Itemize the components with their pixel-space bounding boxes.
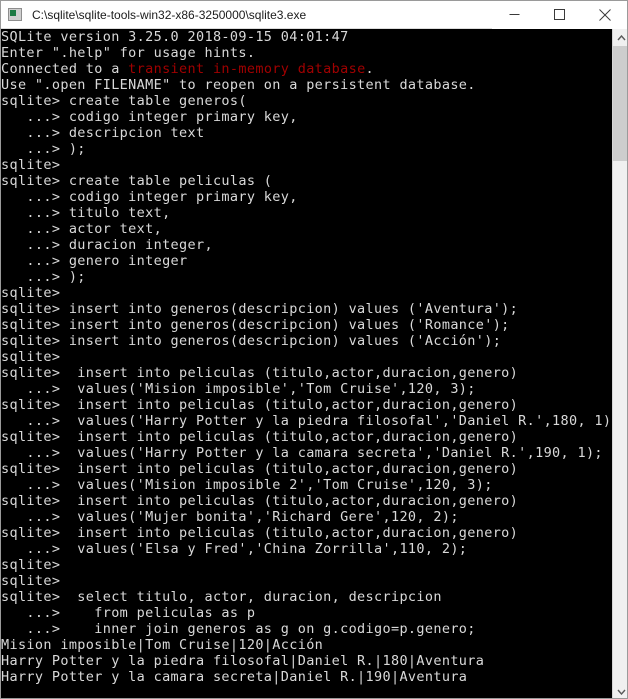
console-line: ...> from peliculas as p [1, 605, 256, 621]
console-line: Harry Potter y la piedra filosofal|Danie… [1, 653, 485, 669]
scrollbar-thumb[interactable] [613, 46, 627, 161]
console-line: ...> values('Harry Potter y la piedra fi… [1, 413, 612, 429]
console-window: C:\sqlite\sqlite-tools-win32-x86-3250000… [0, 0, 628, 699]
console-line: ...> codigo integer primary key, [1, 189, 298, 205]
console-line: ...> values('Mujer bonita','Richard Gere… [1, 509, 459, 525]
window-title: C:\sqlite\sqlite-tools-win32-x86-3250000… [32, 7, 307, 22]
console-line: sqlite> [1, 285, 61, 301]
console-text-segment: Connected to a [1, 61, 129, 77]
console-line: Connected to a transient in-memory datab… [1, 61, 612, 77]
console-line: ...> values('Mision imposible','Tom Crui… [1, 381, 476, 397]
console-line: ...> codigo integer primary key, [1, 109, 298, 125]
console-line: ...> actor text, [1, 221, 163, 237]
console-line: sqlite> insert into peliculas (titulo,ac… [1, 525, 519, 541]
close-button[interactable] [582, 1, 627, 29]
console-line: sqlite> insert into peliculas (titulo,ac… [1, 365, 519, 381]
console-line: Mision imposible|Tom Cruise|120|Acción [1, 637, 324, 653]
maximize-button[interactable] [537, 1, 582, 29]
console-line: ...> ); [1, 141, 86, 157]
console-line: ...> titulo text, [1, 205, 171, 221]
console-line: sqlite> insert into generos(descripcion)… [1, 333, 502, 349]
console-line: sqlite> [1, 349, 61, 365]
console-line: sqlite> [1, 573, 61, 589]
minimize-button[interactable] [492, 1, 537, 29]
console-line: sqlite> insert into peliculas (titulo,ac… [1, 397, 519, 413]
console-line: sqlite> [1, 557, 61, 573]
console-body: SQLite version 3.25.0 2018-09-15 04:01:4… [1, 29, 627, 698]
console-line: Use ".open FILENAME" to reopen on a pers… [1, 77, 476, 93]
console-line: sqlite> insert into peliculas (titulo,ac… [1, 493, 519, 509]
console-line: Enter ".help" for usage hints. [1, 45, 256, 61]
console-line: Harry Potter y la camara secreta|Daniel … [1, 669, 468, 685]
console-line: sqlite> select titulo, actor, duracion, … [1, 589, 442, 605]
console-line: sqlite> insert into peliculas (titulo,ac… [1, 429, 519, 445]
console-line: ...> values('Elsa y Fred','China Zorrill… [1, 541, 468, 557]
title-bar[interactable]: C:\sqlite\sqlite-tools-win32-x86-3250000… [1, 1, 627, 29]
console-line: SQLite version 3.25.0 2018-09-15 04:01:4… [1, 29, 349, 45]
chevron-up-icon[interactable] [613, 29, 627, 46]
console-line: ...> ); [1, 269, 86, 285]
console-line: sqlite> insert into peliculas (titulo,ac… [1, 461, 519, 477]
window-controls [492, 1, 627, 29]
console-line: sqlite> create table peliculas ( [1, 173, 273, 189]
console-output[interactable]: SQLite version 3.25.0 2018-09-15 04:01:4… [1, 29, 612, 698]
console-app-icon [8, 7, 24, 23]
console-text-highlight: transient in-memory database [128, 61, 366, 77]
console-line: sqlite> insert into generos(descripcion)… [1, 317, 510, 333]
console-line: ...> duracion integer, [1, 237, 213, 253]
console-line: ...> genero integer [1, 253, 188, 269]
console-line: ...> inner join generos as g on g.codigo… [1, 621, 476, 637]
console-text-segment: . [365, 61, 375, 77]
console-line: sqlite> create table generos( [1, 93, 247, 109]
console-line: sqlite> [1, 157, 61, 173]
console-line: ...> values('Harry Potter y la camara se… [1, 445, 603, 461]
scrollbar-track[interactable] [613, 46, 627, 683]
chevron-down-icon[interactable] [613, 683, 627, 698]
console-line: sqlite> insert into generos(descripcion)… [1, 301, 519, 317]
console-line: ...> values('Mision imposible 2','Tom Cr… [1, 477, 493, 493]
console-line: ...> descripcion text [1, 125, 205, 141]
vertical-scrollbar[interactable] [612, 29, 627, 698]
